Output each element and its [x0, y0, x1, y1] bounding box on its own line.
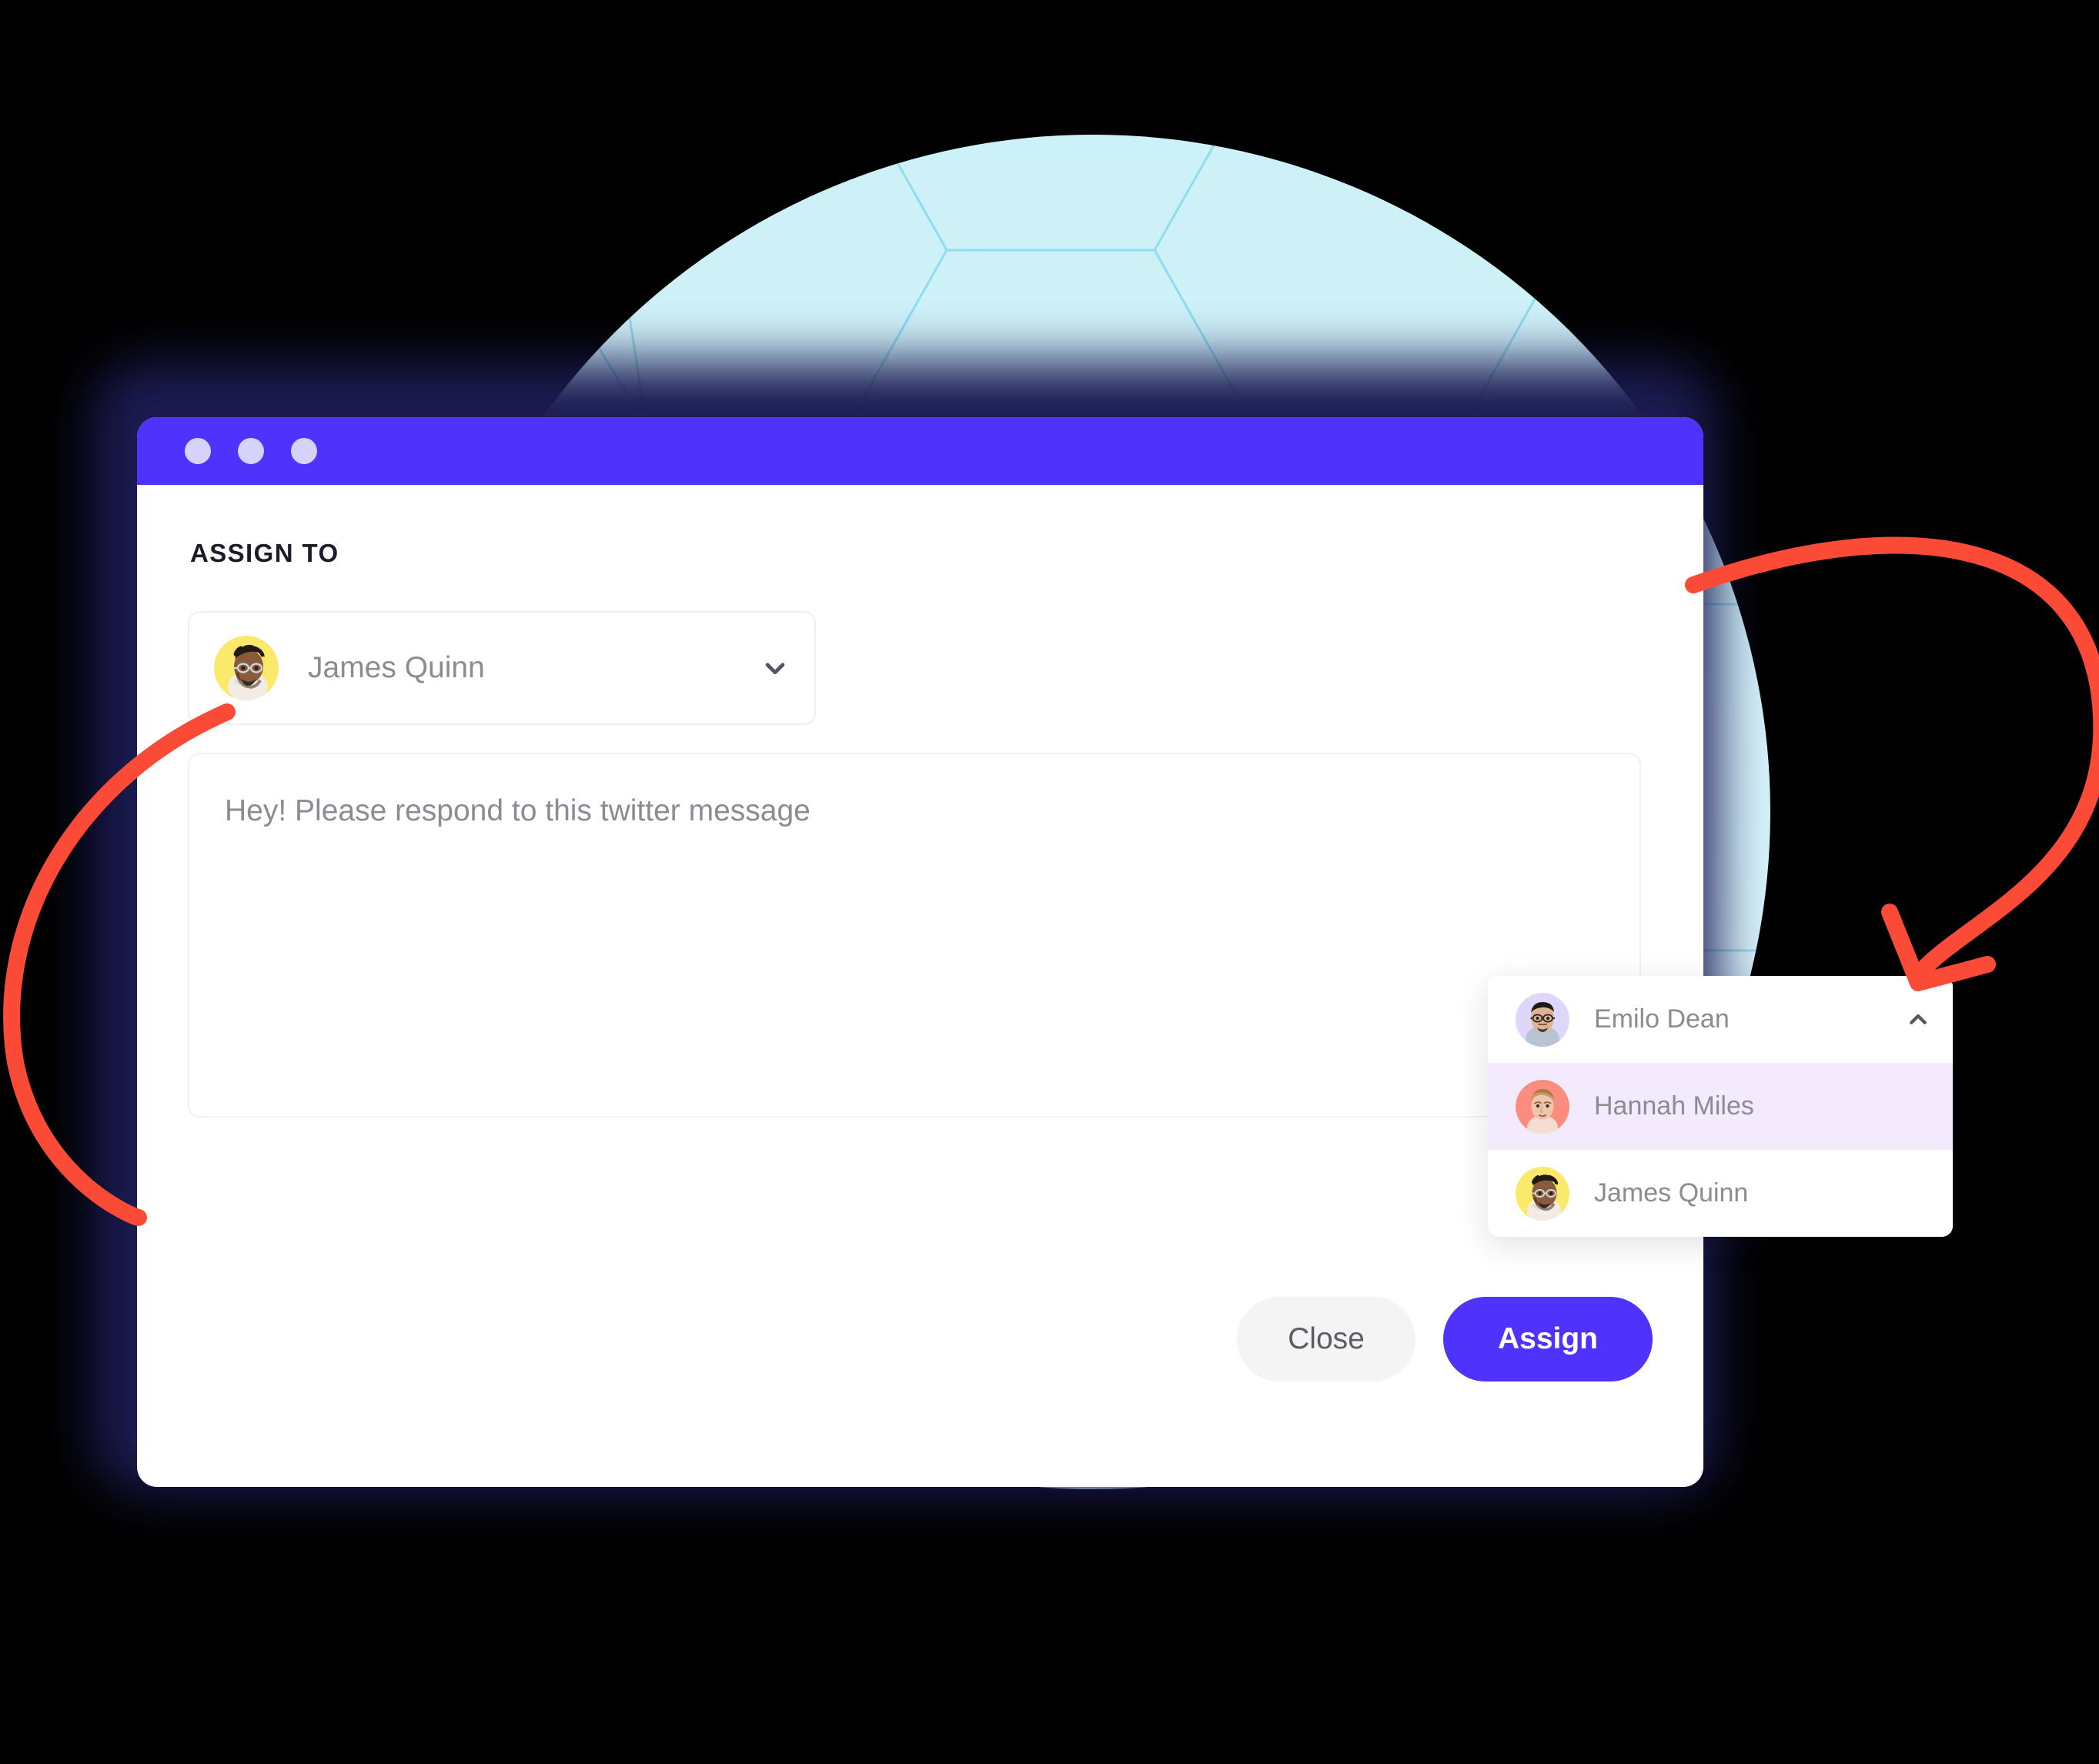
assign-button[interactable]: Assign: [1443, 1297, 1653, 1381]
dropdown-option-label: Hannah Miles: [1594, 1091, 1754, 1121]
chevron-down-icon[interactable]: [762, 655, 788, 681]
avatar-james-quinn-icon: [1516, 1166, 1569, 1221]
window-dot-maximize-icon[interactable]: [291, 438, 317, 464]
avatar-james-quinn-icon: [214, 636, 279, 700]
window-titlebar: [137, 417, 1703, 485]
dropdown-option-emilo-dean[interactable]: Emilo Dean: [1488, 976, 1953, 1063]
dropdown-option-hannah-miles[interactable]: Hannah Miles: [1488, 1063, 1953, 1150]
avatar-hannah-miles-icon: [1516, 1079, 1569, 1134]
dropdown-option-label: Emilo Dean: [1594, 1004, 1730, 1034]
assign-to-label: ASSIGN TO: [190, 539, 339, 567]
assignee-dropdown-menu[interactable]: Emilo Dean Hannah Miles James Quinn: [1488, 976, 1953, 1237]
dialog-actions: Close Assign: [1237, 1297, 1653, 1381]
dropdown-option-label: James Quinn: [1594, 1178, 1749, 1208]
dropdown-option-james-quinn[interactable]: James Quinn: [1488, 1150, 1953, 1237]
window-content: ASSIGN TO James Quinn Hey! Please respon…: [137, 485, 1703, 1487]
assignee-select[interactable]: James Quinn: [188, 611, 816, 725]
message-textarea[interactable]: Hey! Please respond to this twitter mess…: [188, 753, 1641, 1118]
window-dot-close-icon[interactable]: [185, 438, 211, 464]
window-dot-minimize-icon[interactable]: [238, 438, 264, 464]
avatar-emilo-dean-icon: [1516, 992, 1569, 1047]
app-window: ASSIGN TO James Quinn Hey! Please respon…: [137, 417, 1703, 1487]
close-button[interactable]: Close: [1237, 1297, 1415, 1381]
message-placeholder-text: Hey! Please respond to this twitter mess…: [225, 794, 811, 827]
annotation-arrowhead-right: [1881, 904, 1996, 991]
chevron-up-icon[interactable]: [1907, 1008, 1930, 1031]
assignee-select-value: James Quinn: [308, 651, 485, 684]
